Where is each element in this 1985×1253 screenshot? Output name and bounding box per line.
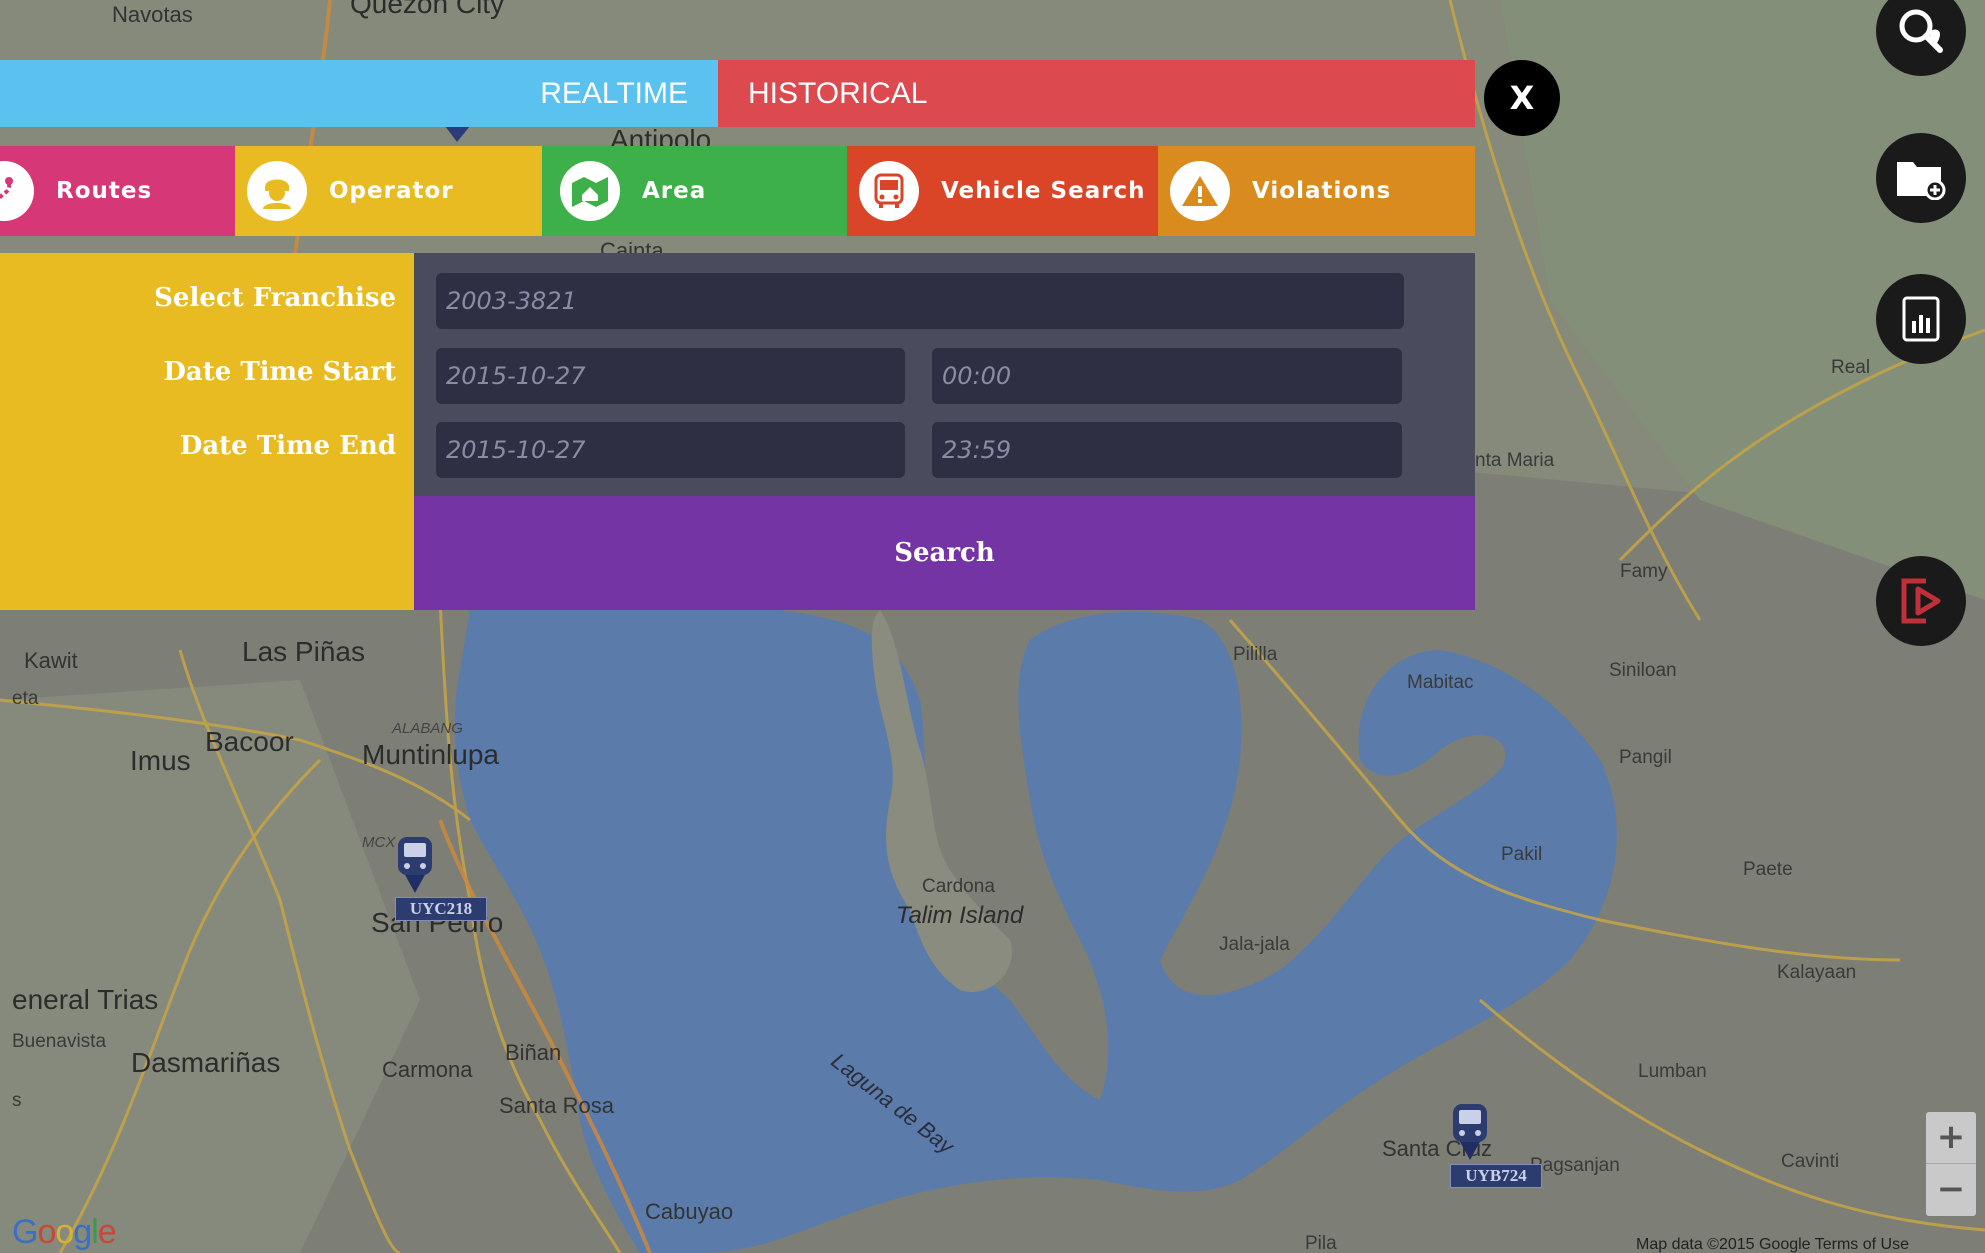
- start-date-field[interactable]: 2015-10-27: [436, 348, 905, 404]
- map-label-cavinti: Cavinti: [1781, 1151, 1840, 1172]
- map-label-general-trias: eneral Trias: [12, 984, 159, 1015]
- map-label-muntinlupa: Muntinlupa: [362, 739, 499, 770]
- map-label-quezon: Quezon City: [350, 0, 505, 19]
- vehicle-marker[interactable]: UYC218: [395, 835, 487, 921]
- bus-icon: [859, 161, 919, 221]
- map-label-cabuyao: Cabuyao: [645, 1199, 734, 1224]
- category-bar: Routes Operator Area Vehicle Search Viol…: [0, 146, 1475, 236]
- map-label-santa-maria: nta Maria: [1475, 450, 1555, 471]
- map-copyright: Map data ©2015 Google Terms of Use: [1636, 1236, 1909, 1253]
- map-label-bacoor: Bacoor: [205, 726, 294, 757]
- map-label-jala-jala: Jala-jala: [1219, 934, 1290, 955]
- tab-historical[interactable]: HISTORICAL: [718, 60, 1475, 127]
- category-violations[interactable]: Violations: [1158, 146, 1475, 236]
- map-label-buenavista: Buenavista: [12, 1031, 107, 1052]
- add-folder-button[interactable]: [1876, 133, 1966, 223]
- map-label-pakil: Pakil: [1501, 844, 1543, 865]
- map-label-mabitac: Mabitac: [1407, 672, 1474, 693]
- zoom-out-button[interactable]: −: [1926, 1164, 1976, 1216]
- report-button[interactable]: [1876, 274, 1966, 364]
- vehicle-plate: UYC218: [395, 897, 487, 921]
- tab-realtime[interactable]: REALTIME: [0, 60, 718, 127]
- map-label-kawit: Kawit: [24, 648, 78, 673]
- zoom-control: + −: [1926, 1112, 1976, 1216]
- category-violations-label: Violations: [1252, 178, 1392, 204]
- search-button[interactable]: Search: [414, 496, 1475, 610]
- form-labels-panel: Select Franchise Date Time Start Date Ti…: [0, 253, 414, 610]
- map-label-paete: Paete: [1743, 859, 1793, 880]
- category-area-label: Area: [642, 178, 707, 204]
- map-label-santa-rosa: Santa Rosa: [499, 1093, 614, 1118]
- mode-tab-bar: REALTIME HISTORICAL: [0, 60, 1475, 127]
- map-label-carmona: Carmona: [382, 1057, 473, 1082]
- map-label-eta: eta: [12, 688, 39, 709]
- franchise-field[interactable]: 2003-3821: [436, 273, 1404, 329]
- end-label: Date Time End: [179, 431, 396, 461]
- category-vehicle-search[interactable]: Vehicle Search: [847, 146, 1158, 236]
- map-label-imus: Imus: [130, 745, 191, 776]
- category-area[interactable]: Area: [542, 146, 847, 236]
- report-chart-icon: [1902, 296, 1940, 342]
- area-map-icon: [560, 161, 620, 221]
- map-label-las-pinas: Las Piñas: [242, 636, 365, 667]
- franchise-label: Select Franchise: [154, 283, 396, 313]
- category-operator[interactable]: Operator: [235, 146, 542, 236]
- search-location-icon: [1899, 9, 1943, 53]
- form-fields-panel: 2003-3821 2015-10-27 00:00 2015-10-27 23…: [414, 253, 1475, 496]
- close-button[interactable]: X: [1484, 60, 1560, 136]
- map-label-pangil: Pangil: [1619, 747, 1672, 768]
- warning-icon: [1170, 161, 1230, 221]
- map-label-alabang: ALABANG: [392, 720, 463, 737]
- vehicle-plate: UYB724: [1450, 1164, 1542, 1188]
- logout-icon: [1901, 578, 1941, 624]
- start-label: Date Time Start: [163, 357, 396, 387]
- category-routes[interactable]: Routes: [0, 146, 235, 236]
- vehicle-marker[interactable]: UYB724: [1450, 1102, 1542, 1188]
- bus-pin-icon: [1453, 1104, 1487, 1160]
- map-label-kalayaan: Kalayaan: [1777, 962, 1857, 983]
- route-icon: [0, 161, 34, 221]
- map-label-pililla: Pililla: [1233, 644, 1278, 665]
- map-label-siniloan: Siniloan: [1609, 660, 1677, 681]
- category-operator-label: Operator: [329, 178, 454, 204]
- map-label-real: Real: [1831, 357, 1871, 378]
- end-time-field[interactable]: 23:59: [932, 422, 1402, 478]
- category-vehicle-search-label: Vehicle Search: [941, 178, 1146, 204]
- category-routes-label: Routes: [56, 178, 153, 204]
- map-label-s: s: [12, 1090, 22, 1111]
- map-label-lumban: Lumban: [1638, 1061, 1707, 1082]
- operator-icon: [247, 161, 307, 221]
- logout-button[interactable]: [1876, 556, 1966, 646]
- map-label-famy: Famy: [1620, 561, 1668, 582]
- zoom-in-button[interactable]: +: [1926, 1112, 1976, 1164]
- end-date-field[interactable]: 2015-10-27: [436, 422, 905, 478]
- map-label-talim-island: Talim Island: [896, 902, 1024, 929]
- map-label-pagsanjan: Pagsanjan: [1530, 1155, 1620, 1176]
- folder-add-icon: [1897, 162, 1946, 200]
- start-time-field[interactable]: 00:00: [932, 348, 1402, 404]
- google-logo: Google: [12, 1213, 117, 1251]
- map-label-mcx: MCX: [362, 834, 396, 851]
- bus-pin-icon: [398, 837, 432, 893]
- map-label-dasmarinas: Dasmariñas: [131, 1047, 281, 1078]
- map-label-navotas: Navotas: [112, 2, 193, 27]
- map-label-cardona: Cardona: [922, 876, 995, 897]
- map-label-pila: Pila: [1305, 1233, 1337, 1253]
- map-label-binan: Biñan: [505, 1040, 562, 1065]
